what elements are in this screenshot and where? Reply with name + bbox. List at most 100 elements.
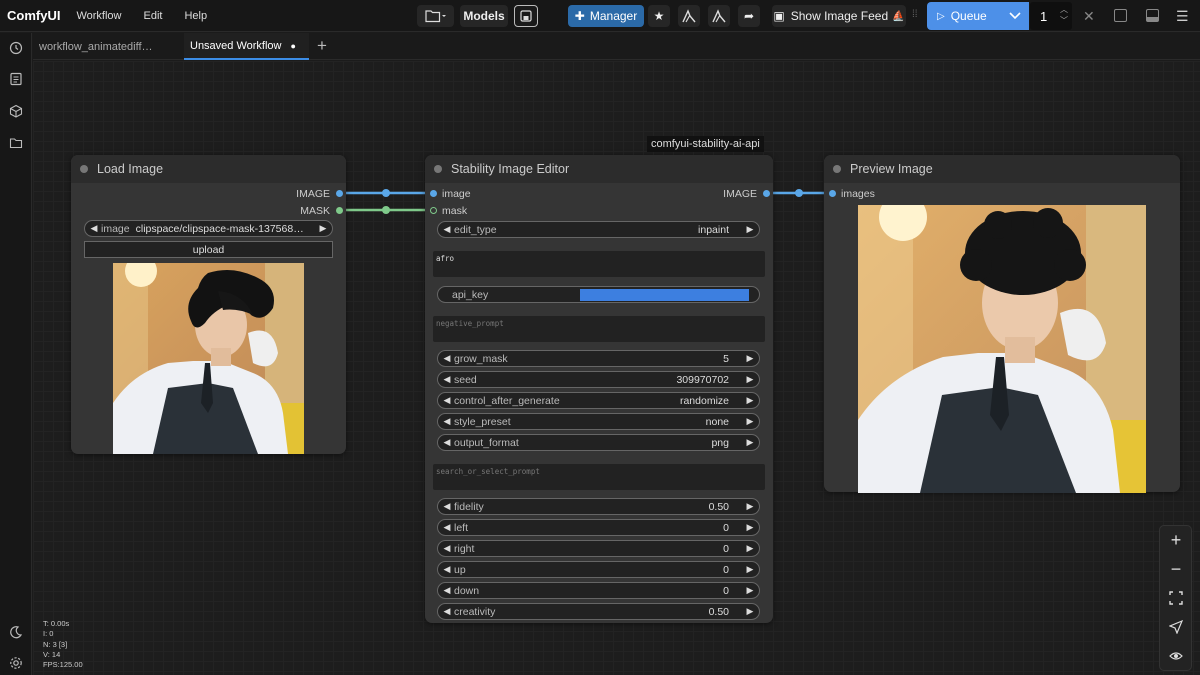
arrow-left-icon[interactable]: ◀ bbox=[87, 223, 101, 234]
arrow-left-icon[interactable]: ◀ bbox=[440, 353, 454, 364]
widget-value: 0 bbox=[723, 521, 729, 534]
output-port-image[interactable] bbox=[336, 190, 343, 197]
collapse-dot-icon[interactable] bbox=[833, 165, 841, 173]
arrow-right-icon[interactable]: ▶ bbox=[743, 224, 757, 235]
arrow-right-icon[interactable]: ▶ bbox=[743, 395, 757, 406]
widget-name: control_after_generate bbox=[454, 394, 560, 407]
output-port-mask[interactable] bbox=[336, 207, 343, 214]
widget-output-format[interactable]: ◀ output_format png ▶ bbox=[437, 434, 760, 451]
collapse-dot-icon[interactable] bbox=[80, 165, 88, 173]
arrow-right-icon[interactable]: ▶ bbox=[743, 374, 757, 385]
widget-left[interactable]: ◀ left 0 ▶ bbox=[437, 519, 760, 536]
load-image-node[interactable]: Load Image IMAGE MASK ◀ image clipspace/… bbox=[71, 155, 346, 454]
prompt-textarea[interactable]: afro bbox=[433, 251, 765, 277]
widget-name: right bbox=[454, 542, 475, 555]
arrow-right-icon[interactable]: ▶ bbox=[743, 437, 757, 448]
arrow-left-icon[interactable]: ◀ bbox=[440, 543, 454, 554]
arrow-right-icon[interactable]: ▶ bbox=[316, 223, 330, 234]
widget-value: inpaint bbox=[698, 223, 729, 236]
arrow-left-icon[interactable]: ◀ bbox=[440, 501, 454, 512]
widget-value: 0 bbox=[723, 542, 729, 555]
output-port-image[interactable] bbox=[763, 190, 770, 197]
api-key-widget[interactable]: api_key bbox=[437, 286, 760, 303]
widget-name: edit_type bbox=[454, 223, 497, 236]
arrow-right-icon[interactable]: ▶ bbox=[743, 353, 757, 364]
image-select-widget[interactable]: ◀ image clipspace/clipspace-mask-137568…… bbox=[84, 220, 333, 237]
arrow-left-icon[interactable]: ◀ bbox=[440, 606, 454, 617]
widget-fidelity[interactable]: ◀ fidelity 0.50 ▶ bbox=[437, 498, 760, 515]
stat-time: T: 0.00s bbox=[43, 619, 70, 628]
edit-type-widget[interactable]: ◀ edit_type inpaint ▶ bbox=[437, 221, 760, 238]
arrow-left-icon[interactable]: ◀ bbox=[440, 224, 454, 235]
toggle-links-eye-icon[interactable] bbox=[1168, 648, 1184, 664]
arrow-right-icon[interactable]: ▶ bbox=[743, 564, 757, 575]
pointer-mode-icon[interactable] bbox=[1168, 619, 1184, 635]
widget-style-preset[interactable]: ◀ style_preset none ▶ bbox=[437, 413, 760, 430]
input-port-mask[interactable] bbox=[430, 207, 437, 214]
widget-name: left bbox=[454, 521, 469, 534]
widget-value: 0 bbox=[723, 563, 729, 576]
input-port-image[interactable] bbox=[430, 190, 437, 197]
zoom-out-icon[interactable]: − bbox=[1168, 559, 1184, 579]
mask-link-midpoint bbox=[382, 206, 390, 214]
zoom-in-icon[interactable]: + bbox=[1168, 530, 1184, 550]
input-label-mask: mask bbox=[442, 205, 468, 217]
arrow-left-icon[interactable]: ◀ bbox=[440, 416, 454, 427]
arrow-right-icon[interactable]: ▶ bbox=[743, 606, 757, 617]
stat-v: V: 14 bbox=[43, 649, 61, 659]
arrow-left-icon[interactable]: ◀ bbox=[440, 585, 454, 596]
arrow-left-icon[interactable]: ◀ bbox=[440, 374, 454, 385]
input-label-image: image bbox=[442, 188, 471, 200]
arrow-left-icon[interactable]: ◀ bbox=[440, 564, 454, 575]
editor-header[interactable]: Stability Image Editor bbox=[425, 155, 773, 183]
load-image-header[interactable]: Load Image bbox=[71, 155, 346, 183]
arrow-right-icon[interactable]: ▶ bbox=[743, 543, 757, 554]
output-label-image: IMAGE bbox=[723, 188, 757, 200]
node-title: Load Image bbox=[97, 162, 164, 176]
widget-name: grow_mask bbox=[454, 352, 508, 365]
collapse-dot-icon[interactable] bbox=[434, 165, 442, 173]
widget-name: up bbox=[454, 563, 466, 576]
image-link-midpoint bbox=[382, 189, 390, 197]
widget-creativity[interactable]: ◀ creativity 0.50 ▶ bbox=[437, 603, 760, 620]
widget-control-after-generate[interactable]: ◀ control_after_generate randomize ▶ bbox=[437, 392, 760, 409]
arrow-right-icon[interactable]: ▶ bbox=[743, 585, 757, 596]
input-label-images: images bbox=[841, 188, 875, 200]
widget-grow-mask[interactable]: ◀ grow_mask 5 ▶ bbox=[437, 350, 760, 367]
widget-name: style_preset bbox=[454, 415, 511, 428]
arrow-right-icon[interactable]: ▶ bbox=[743, 522, 757, 533]
widget-name: creativity bbox=[454, 605, 496, 618]
preview-link-midpoint bbox=[795, 189, 803, 197]
widget-name: seed bbox=[454, 373, 477, 386]
arrow-right-icon[interactable]: ▶ bbox=[743, 501, 757, 512]
output-label-image: IMAGE bbox=[296, 188, 330, 200]
input-port-images[interactable] bbox=[829, 190, 836, 197]
search-or-select-prompt-textarea[interactable]: search_or_select_prompt bbox=[433, 464, 765, 490]
arrow-left-icon[interactable]: ◀ bbox=[440, 437, 454, 448]
widget-name: api_key bbox=[452, 288, 489, 301]
node-source-badge: comfyui-stability-ai-api bbox=[647, 136, 764, 152]
widget-value: 0.50 bbox=[708, 605, 729, 618]
widget-down[interactable]: ◀ down 0 ▶ bbox=[437, 582, 760, 599]
arrow-left-icon[interactable]: ◀ bbox=[440, 522, 454, 533]
widget-value: 309970702 bbox=[676, 373, 729, 386]
widget-value: none bbox=[705, 415, 729, 428]
preview-image-node[interactable]: Preview Image images bbox=[824, 155, 1180, 493]
api-key-masked-value bbox=[580, 288, 749, 301]
widget-value: 0.50 bbox=[708, 500, 729, 513]
preview-header[interactable]: Preview Image bbox=[824, 155, 1180, 183]
canvas-zoom-controls: + − bbox=[1159, 525, 1192, 671]
arrow-right-icon[interactable]: ▶ bbox=[743, 416, 757, 427]
widget-name: fidelity bbox=[454, 500, 484, 513]
stability-image-editor-node[interactable]: Stability Image Editor image mask IMAGE … bbox=[425, 155, 773, 623]
widget-up[interactable]: ◀ up 0 ▶ bbox=[437, 561, 760, 578]
widget-value: 0 bbox=[723, 584, 729, 597]
negative-prompt-textarea[interactable]: negative_prompt bbox=[433, 316, 765, 342]
widget-right[interactable]: ◀ right 0 ▶ bbox=[437, 540, 760, 557]
widget-name: output_format bbox=[454, 436, 519, 449]
arrow-left-icon[interactable]: ◀ bbox=[440, 395, 454, 406]
upload-button[interactable]: upload bbox=[84, 241, 333, 258]
node-title: Preview Image bbox=[850, 162, 933, 176]
fit-view-icon[interactable] bbox=[1168, 590, 1184, 606]
widget-seed[interactable]: ◀ seed 309970702 ▶ bbox=[437, 371, 760, 388]
